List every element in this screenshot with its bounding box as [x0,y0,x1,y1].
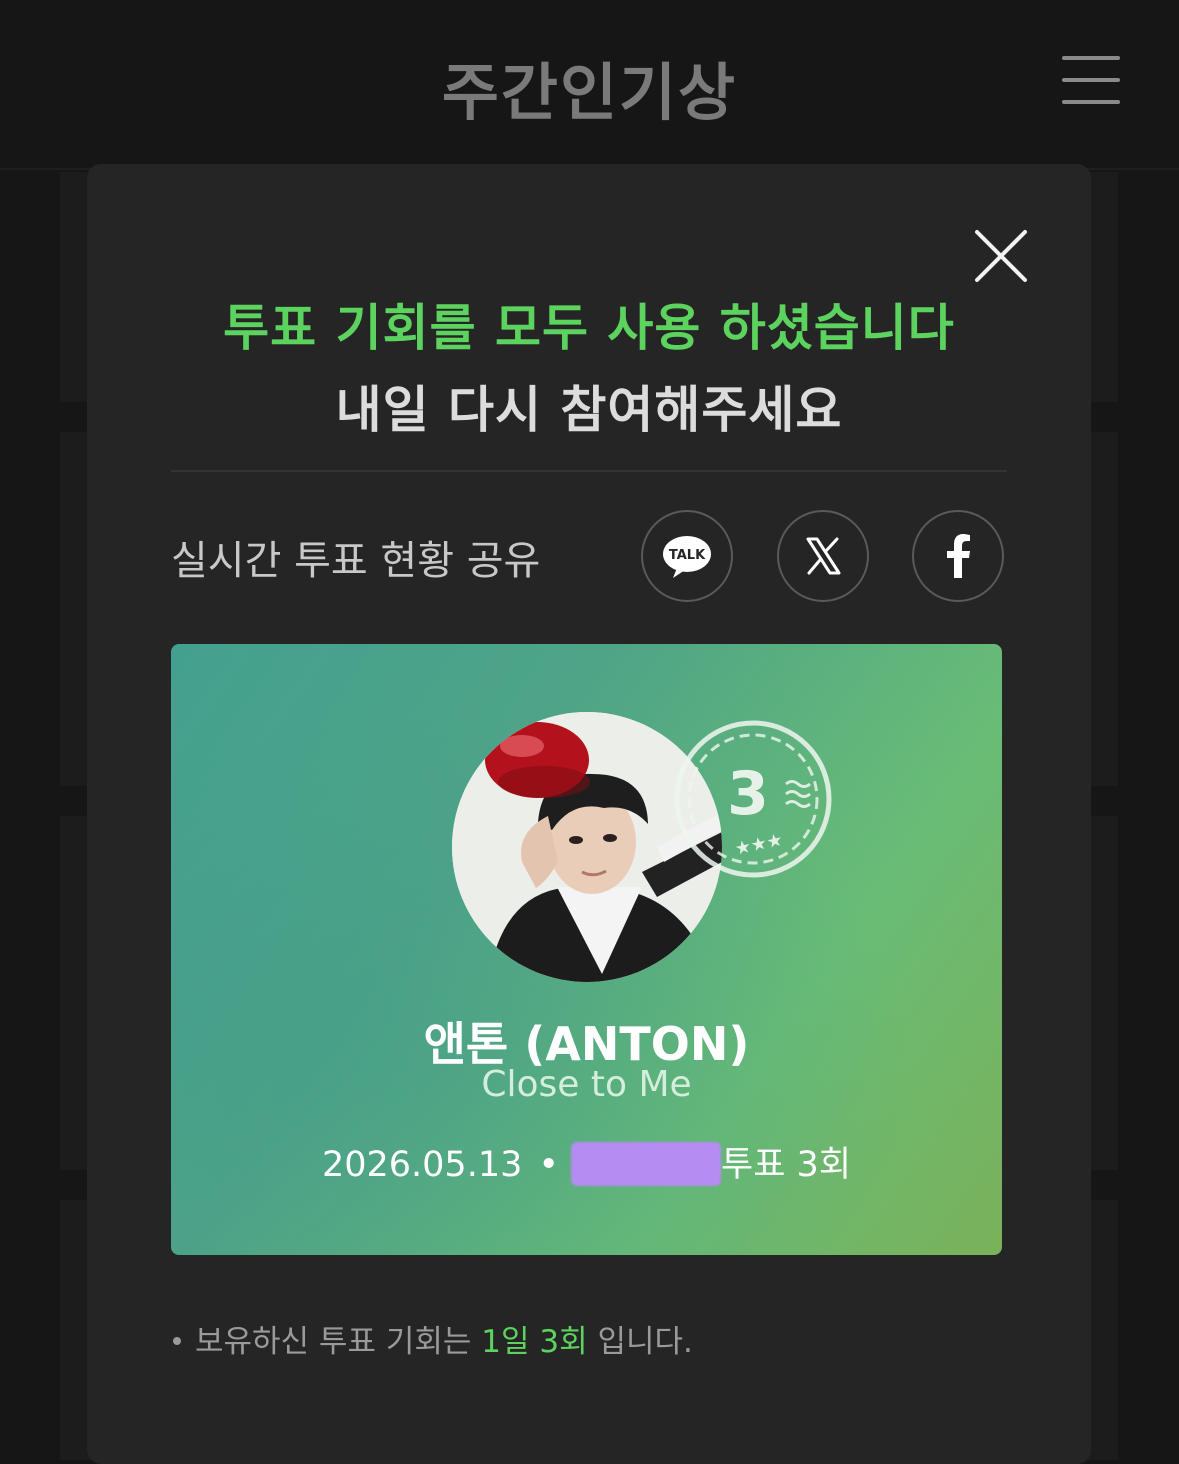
vote-complete-modal: 투표 기회를 모두 사용 하셨습니다 내일 다시 참여해주세요 실시간 투표 현… [87,164,1091,1464]
votes-used-message: 투표 기회를 모두 사용 하셨습니다 [223,299,955,357]
bullet-icon [173,1337,181,1345]
page-title: 주간인기상 [441,56,738,129]
redacted-username [571,1142,722,1186]
svg-text:★★★: ★★★ [733,829,785,860]
separator-dot: • [538,1145,560,1185]
vote-count: 투표 3회 [721,1145,852,1185]
svg-text:3: 3 [727,759,769,829]
vote-meta: 2026.05.13 • 투표 3회 [171,1136,1002,1187]
vote-limit-notice: 보유하신 투표 기회는 1일 3회 입니다. [173,1316,693,1361]
vote-date: 2026.05.13 [321,1145,523,1185]
facebook-share-button[interactable] [912,510,1004,602]
app-header: 주간인기상 [0,0,1179,170]
kakaotalk-share-button[interactable]: TALK [641,510,733,602]
kakaotalk-icon: TALK [663,536,711,578]
x-logo-icon [806,537,841,575]
divider [171,470,1007,472]
x-share-button[interactable] [777,510,869,602]
vote-count-stamp: 3 ★★★ [668,714,838,884]
notice-highlight: 1일 3회 [481,1324,588,1360]
vote-result-card: 3 ★★★ 앤톤 (ANTON) Close to Me 2026.05.13 •… [171,644,1002,1255]
song-title: Close to Me [481,1064,692,1105]
come-back-tomorrow-message: 내일 다시 참여해주세요 [335,381,843,439]
facebook-icon [947,534,970,578]
notice-suffix: 입니다. [587,1324,693,1360]
close-icon[interactable] [971,226,1031,286]
notice-prefix: 보유하신 투표 기회는 [195,1324,482,1360]
share-label: 실시간 투표 현황 공유 [171,538,541,584]
svg-text:TALK: TALK [669,548,706,563]
hamburger-menu-icon[interactable] [1058,52,1124,112]
